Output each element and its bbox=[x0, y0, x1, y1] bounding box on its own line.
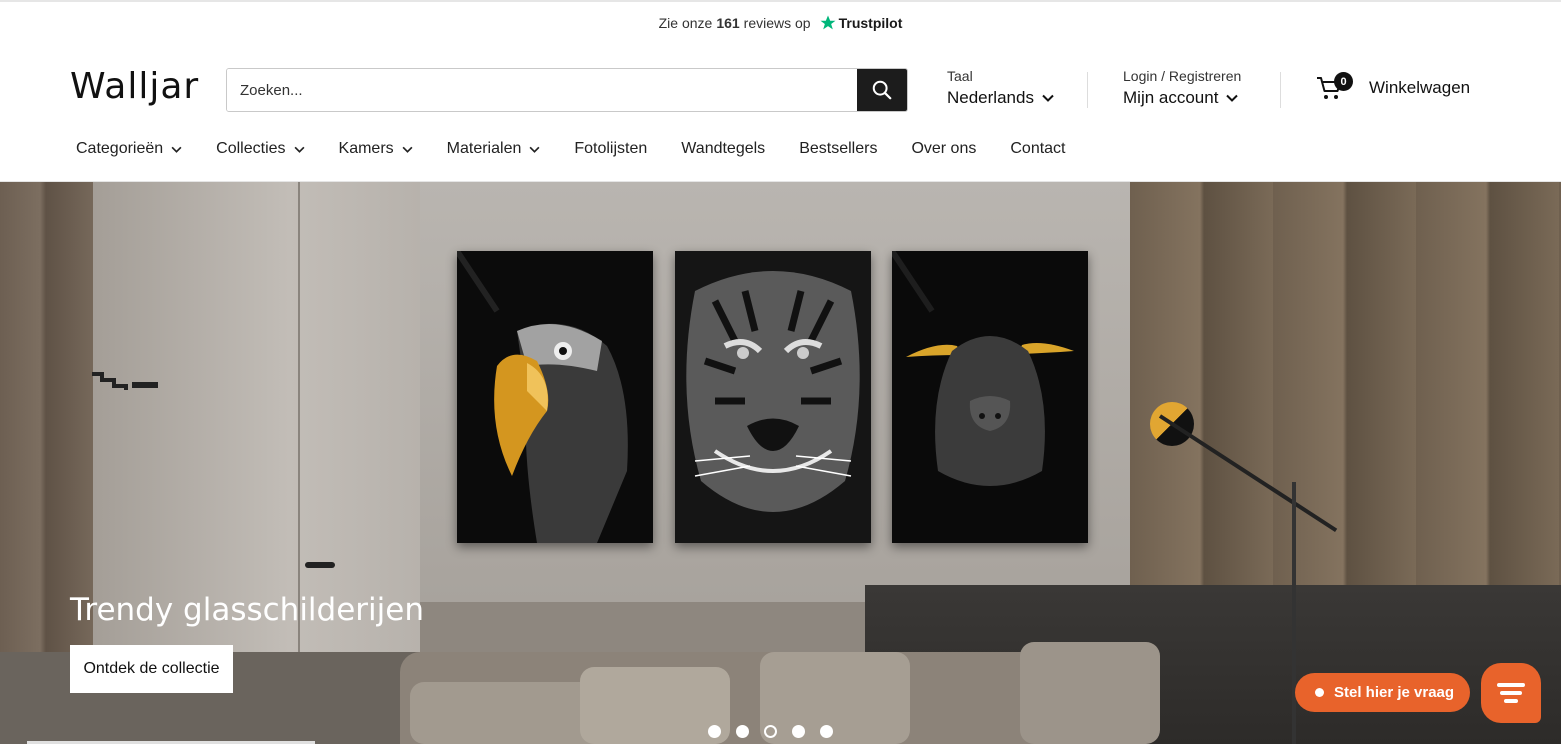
reviews-prefix: Zie onze bbox=[658, 15, 713, 31]
nav-item-label: Kamers bbox=[338, 140, 394, 157]
nav-item-contact[interactable]: Contact bbox=[1010, 136, 1065, 162]
slider-dot[interactable] bbox=[708, 725, 721, 738]
slider-dot[interactable] bbox=[792, 725, 805, 738]
door-handle-image bbox=[305, 562, 335, 568]
reviews-count: 161 bbox=[716, 15, 740, 31]
header-divider bbox=[1280, 72, 1281, 108]
nav-item-fotolijsten[interactable]: Fotolijsten bbox=[574, 136, 647, 162]
trustpilot-logo[interactable]: Trustpilot bbox=[819, 14, 903, 32]
nav-item-label: Collecties bbox=[216, 140, 286, 157]
hero-slider: Trendy glasschilderijen Ontdek de collec… bbox=[0, 182, 1561, 744]
chevron-down-icon bbox=[529, 146, 540, 153]
discover-collection-button[interactable]: Ontdek de collectie bbox=[70, 645, 233, 693]
star-icon bbox=[820, 15, 836, 30]
account-menu[interactable]: Login / Registreren Mijn account bbox=[1123, 68, 1241, 108]
my-account-label: Mijn account bbox=[1123, 88, 1219, 107]
hero-title: Trendy glasschilderijen bbox=[70, 592, 424, 628]
nav-item-label: Over ons bbox=[911, 140, 977, 157]
nav-item-label: Contact bbox=[1010, 140, 1066, 157]
chevron-down-icon bbox=[402, 146, 413, 153]
nav-item-categorie-n[interactable]: Categorieën bbox=[76, 136, 182, 162]
language-label: Taal bbox=[947, 68, 973, 84]
cart-icon: 0 bbox=[1316, 72, 1353, 102]
tiger-painting bbox=[675, 251, 871, 543]
nav-item-label: Bestsellers bbox=[799, 140, 878, 157]
slider-dot[interactable] bbox=[820, 725, 833, 738]
search-icon bbox=[872, 80, 892, 100]
site-logo[interactable]: Walljar bbox=[70, 66, 199, 107]
chevron-down-icon bbox=[1042, 94, 1054, 102]
slider-dot[interactable] bbox=[736, 725, 749, 738]
nav-item-label: Categorieën bbox=[76, 140, 164, 157]
nav-item-collecties[interactable]: Collecties bbox=[216, 136, 305, 162]
highland-cow-painting bbox=[892, 251, 1088, 543]
chevron-down-icon bbox=[294, 146, 305, 153]
main-navigation: Categorieën Collecties Kamers Materialen Fot… bbox=[0, 136, 1561, 182]
nav-item-materialen[interactable]: Materialen bbox=[447, 136, 541, 162]
reviews-suffix: reviews op bbox=[743, 15, 811, 31]
slider-dots bbox=[708, 725, 848, 738]
search-button[interactable] bbox=[857, 69, 907, 111]
search-input[interactable] bbox=[227, 69, 857, 111]
nav-item-over-ons[interactable]: Over ons bbox=[911, 136, 976, 162]
site-header: Walljar Taal Nederlands Login / Registre… bbox=[0, 44, 1561, 136]
trustpilot-banner[interactable]: Zie onze 161 reviews op Trustpilot bbox=[0, 0, 1561, 44]
trustpilot-label: Trustpilot bbox=[838, 15, 903, 31]
language-value: Nederlands bbox=[947, 88, 1034, 107]
parrot-painting bbox=[457, 251, 653, 543]
language-selector[interactable]: Taal Nederlands bbox=[947, 68, 1054, 108]
chevron-down-icon bbox=[1226, 94, 1239, 102]
chat-status-dot bbox=[1315, 688, 1324, 697]
coat-hook-image bbox=[92, 372, 158, 390]
chevron-down-icon bbox=[171, 146, 182, 153]
chat-prompt-label: Stel hier je vraag bbox=[1334, 684, 1455, 701]
chat-prompt-button[interactable]: Stel hier je vraag bbox=[1295, 673, 1470, 712]
nav-item-label: Materialen bbox=[446, 140, 522, 157]
header-divider bbox=[1087, 72, 1088, 108]
cart-button[interactable]: 0 Winkelwagen bbox=[1316, 72, 1471, 102]
search-bar bbox=[226, 68, 908, 112]
nav-item-label: Fotolijsten bbox=[574, 140, 648, 157]
chat-icon bbox=[1497, 683, 1525, 687]
chat-open-button[interactable] bbox=[1481, 663, 1541, 723]
nav-item-wandtegels[interactable]: Wandtegels bbox=[681, 136, 765, 162]
nav-item-kamers[interactable]: Kamers bbox=[339, 136, 413, 162]
cart-count-badge: 0 bbox=[1334, 72, 1353, 91]
nav-item-bestsellers[interactable]: Bestsellers bbox=[799, 136, 877, 162]
nav-item-label: Wandtegels bbox=[681, 140, 766, 157]
slider-dot[interactable] bbox=[764, 725, 777, 738]
login-register-link[interactable]: Login / Registreren bbox=[1123, 68, 1241, 84]
cart-label: Winkelwagen bbox=[1369, 78, 1471, 97]
